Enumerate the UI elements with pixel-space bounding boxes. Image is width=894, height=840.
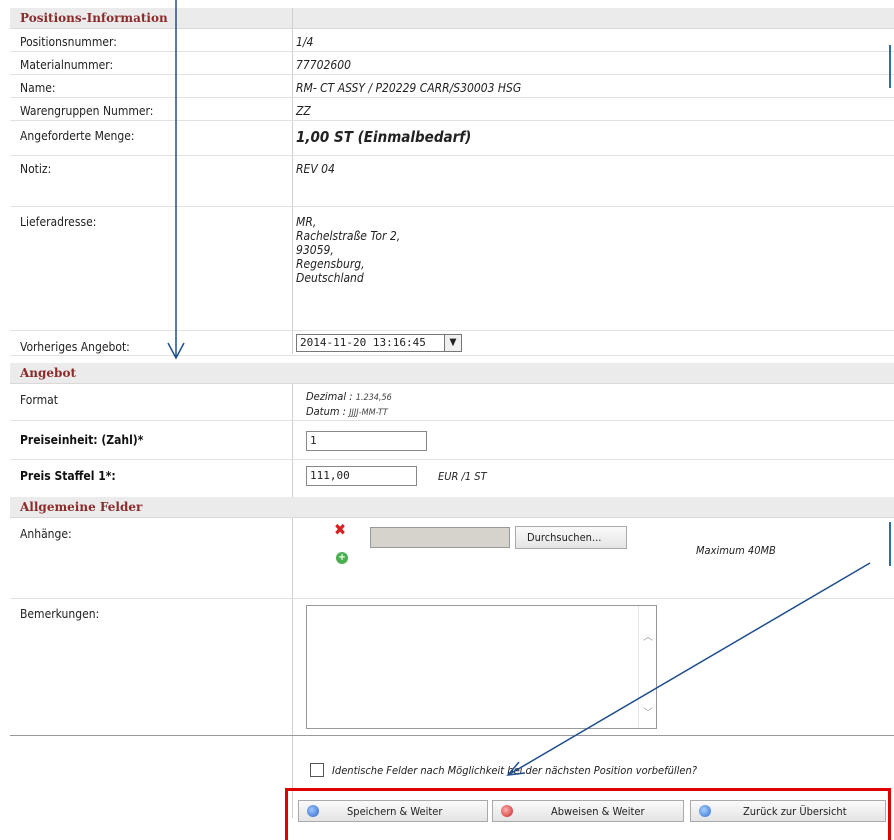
annotation-arrow-diagonal: [507, 562, 871, 776]
annotation-arrows: [167, 0, 871, 776]
